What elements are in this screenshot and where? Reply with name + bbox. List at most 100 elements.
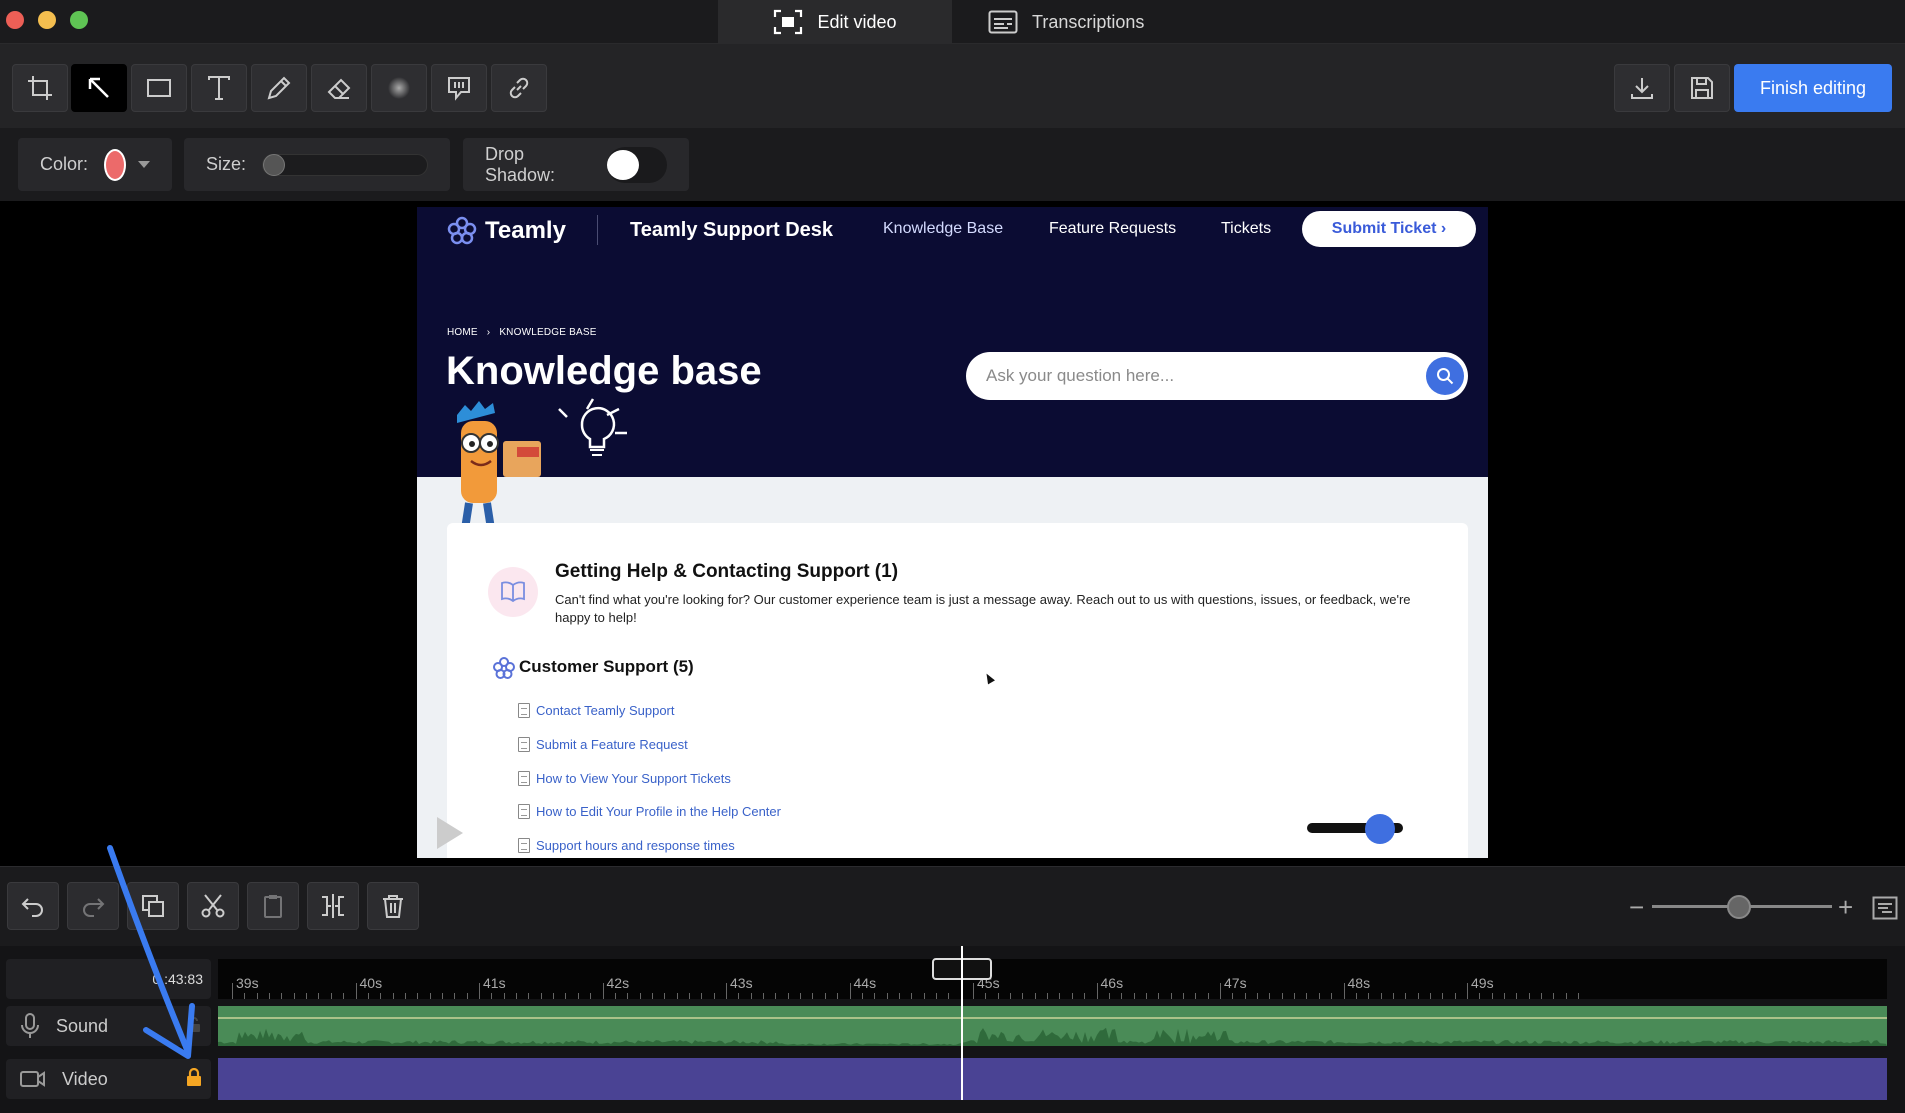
cut-icon <box>201 894 225 918</box>
ruler-tick <box>627 993 629 999</box>
playhead[interactable] <box>961 946 963 1100</box>
text-tool-button[interactable] <box>191 64 247 112</box>
article-link[interactable]: How to Edit Your Profile in the Help Cen… <box>518 804 781 819</box>
timecode: 0 :43:83 <box>152 971 203 987</box>
ruler-tick <box>651 993 653 999</box>
duplicate-button[interactable] <box>127 882 179 930</box>
crop-tool-button[interactable] <box>12 64 68 112</box>
edit-toolbar <box>0 866 1905 946</box>
tab-transcriptions[interactable]: Transcriptions <box>960 0 1200 44</box>
video-preview[interactable]: Teamly Teamly Support Desk Knowledge Bas… <box>417 207 1488 858</box>
ruler-tick <box>392 993 394 999</box>
fit-timeline-icon[interactable] <box>1872 896 1898 920</box>
track-label-sound[interactable]: Sound <box>6 1006 211 1046</box>
color-swatch[interactable] <box>104 148 126 181</box>
link-tool-button[interactable] <box>491 64 547 112</box>
volume-slider-knob[interactable] <box>1365 814 1395 844</box>
pen-icon <box>267 76 291 100</box>
submit-ticket-button[interactable]: Submit Ticket › <box>1302 211 1476 247</box>
ruler-tick <box>1182 993 1184 999</box>
time-ruler[interactable]: 39s 40s 41s 42s 43s 44s 45s 46s 47s 48s 49s <box>218 959 1887 999</box>
track-label-text: Video <box>62 1068 108 1089</box>
ruler-tick <box>602 983 604 999</box>
color-option[interactable]: Color: <box>18 138 172 191</box>
arrow-tool-button[interactable] <box>71 64 127 112</box>
ruler-tick <box>948 993 950 999</box>
redo-button[interactable] <box>67 882 119 930</box>
zoom-in-button[interactable]: + <box>1838 892 1853 923</box>
ruler-tick <box>837 993 839 999</box>
article-link[interactable]: Support hours and response times <box>518 838 735 853</box>
chevron-down-icon[interactable] <box>138 161 150 168</box>
size-slider[interactable] <box>262 153 428 176</box>
ruler-tick <box>1170 993 1172 999</box>
subsection-title[interactable]: Customer Support (5) <box>519 657 694 677</box>
article-link[interactable]: Submit a Feature Request <box>518 737 688 752</box>
ruler-tick <box>726 983 727 999</box>
color-label: Color: <box>40 154 89 174</box>
drop-shadow-label: Drop Shadow: <box>485 143 556 185</box>
size-label: Size: <box>206 154 247 174</box>
close-window-button[interactable] <box>6 11 24 29</box>
cut-button[interactable] <box>187 882 239 930</box>
lock-icon[interactable] <box>186 1068 202 1086</box>
article-link[interactable]: How to View Your Support Tickets <box>518 771 731 786</box>
ruler-tick <box>367 993 369 999</box>
paste-button[interactable] <box>247 882 299 930</box>
split-button[interactable] <box>307 882 359 930</box>
mascot-illustration <box>457 398 627 530</box>
zoom-slider-knob[interactable] <box>1727 895 1751 919</box>
rectangle-tool-button[interactable] <box>131 64 187 112</box>
delete-button[interactable] <box>367 882 419 930</box>
section-title[interactable]: Getting Help & Contacting Support (1) <box>555 561 898 583</box>
size-slider-knob[interactable] <box>263 153 286 176</box>
breadcrumb-home[interactable]: HOME <box>447 327 478 338</box>
drop-shadow-toggle[interactable] <box>607 146 667 183</box>
document-icon <box>518 737 530 752</box>
ruler-tick <box>540 993 542 999</box>
minimize-window-button[interactable] <box>38 11 56 29</box>
search-box <box>966 352 1468 400</box>
teamly-logo[interactable]: Teamly <box>447 211 566 251</box>
undo-button[interactable] <box>7 882 59 930</box>
ruler-tick <box>565 993 567 999</box>
unlocked-lock-icon[interactable] <box>187 1017 201 1033</box>
nav-tickets[interactable]: Tickets <box>1221 220 1271 238</box>
article-link-label: Support hours and response times <box>536 838 735 853</box>
play-icon[interactable] <box>437 817 463 849</box>
ruler-tick <box>343 993 345 999</box>
track-label-video[interactable]: Video <box>6 1059 211 1099</box>
ruler-tick <box>1467 983 1468 999</box>
pen-tool-button[interactable] <box>251 64 307 112</box>
ruler-tick <box>244 993 246 999</box>
ruler-tick <box>1220 983 1221 999</box>
ruler-tick <box>503 993 505 999</box>
video-track[interactable] <box>218 1058 1887 1100</box>
article-link[interactable]: Contact Teamly Support <box>518 703 675 718</box>
tab-edit-video[interactable]: Edit video <box>718 0 952 44</box>
search-input[interactable] <box>986 364 1406 388</box>
callout-tool-button[interactable] <box>431 64 487 112</box>
ruler-tick <box>1257 993 1259 999</box>
ruler-tick-label: 41s <box>483 975 506 991</box>
finish-editing-button[interactable]: Finish editing <box>1734 64 1892 112</box>
search-button[interactable] <box>1426 357 1464 395</box>
ruler-tick <box>750 993 752 999</box>
ruler-tick <box>553 993 555 999</box>
zoom-out-button[interactable]: − <box>1629 892 1644 923</box>
sound-track[interactable] <box>218 1006 1887 1046</box>
ruler-tick <box>590 993 592 999</box>
save-button[interactable] <box>1674 64 1730 112</box>
nav-knowledge-base[interactable]: Knowledge Base <box>883 220 1003 238</box>
ruler-tick <box>1504 993 1506 999</box>
ruler-tick <box>1108 993 1110 999</box>
nav-feature-requests[interactable]: Feature Requests <box>1049 220 1176 238</box>
page-title: Knowledge base <box>446 349 762 393</box>
rectangle-icon <box>147 79 171 97</box>
toggle-knob <box>607 149 640 180</box>
blur-tool-button[interactable] <box>371 64 427 112</box>
eraser-tool-button[interactable] <box>311 64 367 112</box>
zoom-window-button[interactable] <box>70 11 88 29</box>
redo-icon <box>83 898 105 917</box>
download-button[interactable] <box>1614 64 1670 112</box>
